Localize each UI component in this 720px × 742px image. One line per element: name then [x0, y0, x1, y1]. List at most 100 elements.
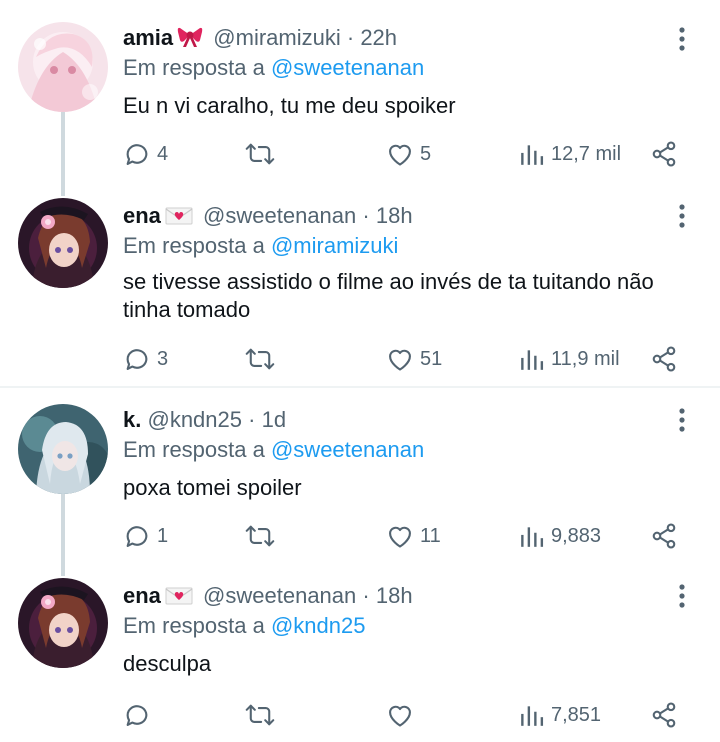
share-icon [652, 702, 676, 728]
separator: · [362, 203, 370, 228]
avatar[interactable] [18, 22, 108, 112]
heart-icon [389, 526, 411, 548]
love-letter-icon [165, 206, 193, 232]
thread-line [61, 494, 65, 576]
like-button[interactable]: 51 [386, 343, 442, 375]
views-button[interactable]: 11,9 mil [519, 343, 620, 375]
views-icon [521, 527, 544, 547]
reply-icon [126, 705, 148, 726]
display-name[interactable]: ena [123, 583, 161, 608]
tweet[interactable]: ena @sweetenanan · 18h Em resposta a @kn… [0, 574, 720, 742]
reply-context: Em resposta a @sweetenanan [123, 55, 424, 81]
reply-context: Em resposta a @kndn25 [123, 613, 365, 639]
views-icon [521, 350, 544, 370]
like-count: 51 [420, 347, 443, 370]
reply-context: Em resposta a @sweetenanan [123, 437, 424, 463]
avatar[interactable] [18, 404, 108, 494]
reply-button[interactable] [123, 699, 157, 731]
share-button[interactable] [650, 699, 678, 731]
ribbon-icon [177, 26, 203, 54]
tweet-actions: 4 5 12,7 mil [123, 138, 683, 170]
reply-icon [126, 144, 148, 165]
user-handle[interactable]: @miramizuki [213, 25, 340, 50]
reply-to-link[interactable]: @sweetenanan [271, 55, 424, 80]
tweet[interactable]: k. @kndn25 · 1d Em resposta a @sweetenan… [0, 388, 720, 576]
user-handle[interactable]: @kndn25 [147, 407, 242, 432]
reply-prefix: Em resposta a [123, 55, 265, 80]
views-count: 11,9 mil [551, 347, 620, 370]
retweet-button[interactable] [245, 343, 281, 375]
reply-to-link[interactable]: @kndn25 [271, 613, 366, 638]
heart-icon [389, 144, 411, 166]
tweet-actions: 3 51 11,9 mil [123, 343, 683, 375]
share-button[interactable] [650, 343, 678, 375]
tweet-text: desculpa [123, 651, 212, 676]
views-button[interactable]: 12,7 mil [519, 138, 621, 170]
like-button[interactable]: 11 [386, 520, 441, 552]
share-icon [652, 141, 676, 167]
tweet-actions: 7,851 [123, 699, 683, 731]
retweet-icon [245, 704, 275, 726]
views-button[interactable]: 9,883 [519, 520, 601, 552]
reply-button[interactable]: 3 [123, 343, 168, 375]
avatar[interactable] [18, 578, 108, 668]
tweet[interactable]: amia @miramizuki · 22h Em resposta a @sw… [0, 0, 720, 200]
share-icon [652, 523, 676, 549]
tweet-text: Eu n vi caralho, tu me deu spoiker [123, 93, 456, 118]
separator: · [248, 407, 256, 432]
share-button[interactable] [650, 138, 678, 170]
separator: · [346, 25, 355, 50]
views-button[interactable]: 7,851 [519, 699, 601, 731]
avatar[interactable] [18, 198, 108, 288]
display-name[interactable]: amia [123, 25, 173, 50]
reply-button[interactable]: 1 [123, 520, 168, 552]
retweet-icon [245, 143, 275, 165]
display-name[interactable]: k. [123, 407, 141, 432]
more-options-icon[interactable] [676, 583, 688, 609]
reply-prefix: Em resposta a [123, 437, 265, 462]
more-options-icon[interactable] [676, 203, 688, 229]
timestamp[interactable]: 18h [376, 203, 413, 228]
retweet-icon [245, 348, 275, 370]
display-name[interactable]: ena [123, 203, 161, 228]
tweet[interactable]: ena @sweetenanan · 18h Em resposta a @mi… [0, 198, 720, 386]
more-options-icon[interactable] [676, 407, 688, 433]
retweet-icon [245, 525, 275, 547]
user-handle[interactable]: @sweetenanan [203, 203, 356, 228]
views-icon [521, 145, 544, 165]
heart-icon [389, 349, 411, 371]
love-letter-icon [165, 586, 193, 612]
retweet-button[interactable] [245, 520, 281, 552]
reply-icon [126, 526, 148, 547]
reply-to-link[interactable]: @sweetenanan [271, 437, 424, 462]
tweet-text: se tivesse assistido o filme ao invés de… [123, 269, 654, 322]
reply-count: 3 [157, 347, 169, 370]
reply-context: Em resposta a @miramizuki [123, 233, 398, 259]
retweet-button[interactable] [245, 138, 281, 170]
reply-count: 1 [157, 524, 169, 547]
retweet-button[interactable] [245, 699, 281, 731]
tweet-text: poxa tomei spoiler [123, 475, 302, 500]
timestamp[interactable]: 18h [376, 583, 413, 608]
views-icon [521, 706, 544, 726]
reply-to-link[interactable]: @miramizuki [271, 233, 398, 258]
user-handle[interactable]: @sweetenanan [203, 583, 356, 608]
views-count: 9,883 [551, 524, 602, 547]
more-options-icon[interactable] [676, 26, 688, 52]
like-count: 11 [420, 524, 441, 547]
reply-icon [126, 349, 148, 370]
timestamp[interactable]: 1d [262, 407, 286, 432]
views-count: 7,851 [551, 703, 602, 726]
thread-line [61, 112, 65, 196]
share-button[interactable] [650, 520, 678, 552]
reply-prefix: Em resposta a [123, 233, 265, 258]
share-icon [652, 346, 676, 372]
reply-count: 4 [157, 142, 169, 165]
like-button[interactable]: 5 [386, 138, 431, 170]
like-button[interactable] [386, 699, 420, 731]
tweet-actions: 1 11 9,883 [123, 520, 683, 552]
like-count: 5 [420, 142, 432, 165]
reply-prefix: Em resposta a [123, 613, 265, 638]
timestamp[interactable]: 22h [360, 25, 397, 50]
reply-button[interactable]: 4 [123, 138, 168, 170]
